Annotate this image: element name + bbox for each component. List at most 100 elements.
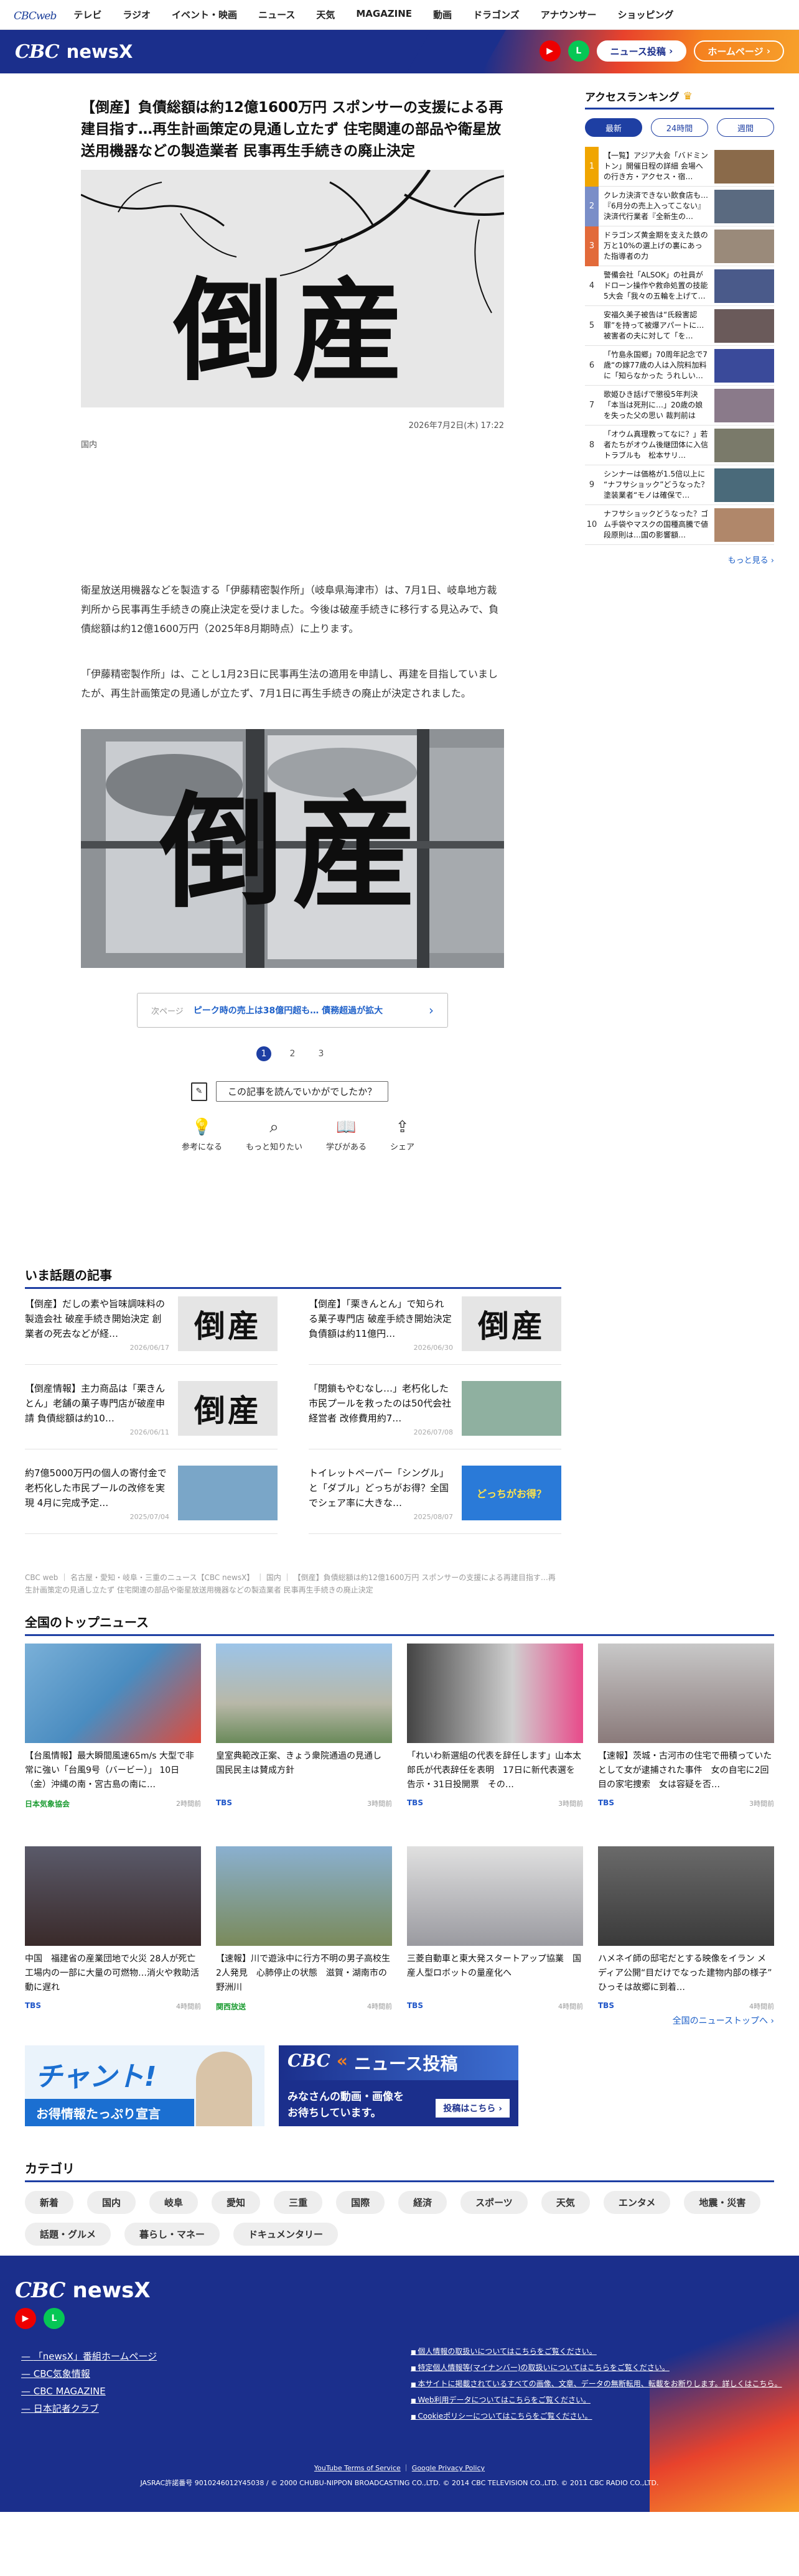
newsx-logo[interactable]: CBC newsX [15, 41, 133, 63]
footer-link[interactable]: CBC気象情報 [21, 2365, 157, 2383]
category-chip[interactable]: 国内 [87, 2191, 136, 2214]
category-chip[interactable]: 天気 [541, 2191, 590, 2214]
ranking-tabs: 最新 24時間 週間 [585, 118, 774, 137]
page-number[interactable]: 1 [256, 1046, 271, 1061]
nav-item[interactable]: イベント・映画 [172, 8, 237, 21]
ranking-tab[interactable]: 週間 [717, 118, 774, 137]
footer-notice[interactable]: 特定個人情報等(マイナンバー)の取扱いについてはこちらをご覧ください。 [411, 2360, 784, 2376]
category-chip[interactable]: エンタメ [603, 2191, 671, 2214]
ranking-item[interactable]: 6 「竹島永国郷」70周年記念で7歳“の嫁77歳の人は入院料加料に「知らなかった … [585, 346, 774, 386]
top-news-more-link[interactable]: 全国のニューストップへ › [673, 2014, 774, 2027]
ranking-tab[interactable]: 24時間 [651, 118, 708, 137]
topic-item[interactable]: トイレットペーパー「シングル」と「ダブル」どっちがお得？全国でシェア率に大きな…… [309, 1466, 561, 1534]
news-card[interactable]: 【速報】茨城・古河市の住宅で冊積っていたとして女が逮捕された事件 女の自宅に2回… [598, 1644, 774, 1830]
news-source: TBS [25, 2001, 41, 2010]
line-icon[interactable]: L [568, 40, 589, 62]
ranking-tab[interactable]: 最新 [585, 118, 642, 137]
topic-item[interactable]: 【倒産】だしの素や旨味調味料の製造会社 破産手続き開始決定 創業者の死去などが経… [25, 1296, 278, 1365]
nav-item[interactable]: ラジオ [123, 8, 151, 21]
google-privacy-link[interactable]: Google Privacy Policy [412, 2464, 485, 2472]
footer-line-icon[interactable]: L [44, 2308, 65, 2329]
footer-notice[interactable]: Web利用データについてはこちらをご覧ください。 [411, 2392, 784, 2409]
nav-item[interactable]: ドラゴンズ [473, 8, 520, 21]
category-chip[interactable]: 新着 [25, 2191, 74, 2214]
ranking-item[interactable]: 8 「オウム真理教ってなに？」若者たちがオウム後継団体に入信 トラブルも 松本サリ… [585, 425, 774, 465]
youtube-terms-link[interactable]: YouTube Terms of Service [314, 2464, 401, 2472]
next-page-link[interactable]: 次ページ ピーク時の売上は38億円超も… 債務超過が拡大 › [137, 993, 448, 1028]
topic-title: 【倒産】「栗きんとん」で知られる菓子専門店 破産手続き開始決定 負債額は約11億… [309, 1298, 452, 1339]
news-card[interactable]: 皇室典範改正案、きょう衆院通過の見通し 国民民主は賛成方針 TBS 3時間前 [216, 1644, 392, 1830]
footer-logo[interactable]: CBC newsX [15, 2278, 151, 2303]
reaction-label: シェア [390, 1143, 415, 1152]
news-card[interactable]: 三菱自動車と東大発スタートアップ協業 国産人型ロボットの量産化へ TBS 4時間前 [407, 1846, 583, 2033]
category-chip[interactable]: 地震・災害 [684, 2191, 761, 2214]
topic-item[interactable]: 【倒産情報】主力商品は「栗きんとん」老舗の菓子専門店が破産申請 負債総額は約10… [25, 1381, 278, 1449]
ranking-item[interactable]: 7 歌姫ひき話げで懲役5年判決「本当は死刑に…」20歳の娘を失った父の思い 裁判前… [585, 386, 774, 425]
topic-item[interactable]: 「閉鎖もやむなし…」老朽化した市民プールを救ったのは50代会社経営者 改修費用約… [309, 1381, 561, 1449]
news-card[interactable]: 【台風情報】最大瞬間風速65m/s 大型で非常に強い「台風9号（バービー）」 1… [25, 1644, 201, 1830]
nav-item[interactable]: テレビ [73, 8, 101, 21]
topic-item[interactable]: 【倒産】「栗きんとん」で知られる菓子専門店 破産手続き開始決定 負債額は約11億… [309, 1296, 561, 1365]
ranking-item[interactable]: 9 シンナーは価格が1.5倍以上に “ナフサショック”どうなった？ 塗装業者“モノ… [585, 465, 774, 505]
breadcrumb[interactable]: CBC web ｜ 名古屋・愛知・岐阜・三重のニュース【CBC newsX】 ｜… [25, 1571, 561, 1596]
category-chip[interactable]: 経済 [398, 2191, 447, 2214]
footer-notice[interactable]: 本サイトに掲載されているすべての画像、文章、データの無断転用、転載をお断りします… [411, 2376, 784, 2392]
ranking-item[interactable]: 5 安福久美子被告は“氏殺害認罪”を持って被爆アパートに…被害者の夫に対して「を… [585, 306, 774, 346]
reaction-buttons: 💡 参考になる ⌕ もっと知りたい 📖 学びがある ⇪ シェア [182, 1118, 510, 1152]
category-chip[interactable]: 岐阜 [149, 2191, 199, 2214]
ranking-item[interactable]: 4 警備会社「ALSOK」の社員がドローン操作や救命処置の技能5大会「我々の五輪を… [585, 266, 774, 306]
category-chip[interactable]: 愛知 [212, 2191, 261, 2214]
topic-date: 2026/06/30 [413, 1344, 453, 1352]
ranking-item[interactable]: 3 ドラゴンズ黄金期を支えた鉄の万と10%の選上げの裏にあった指導者の力 [585, 226, 774, 266]
news-post-button[interactable]: ニュース投稿 › [596, 40, 687, 62]
category-chip[interactable]: 話題・グルメ [25, 2223, 111, 2246]
youtube-icon[interactable]: ▶ [539, 40, 561, 62]
topic-thumbnail-text: 倒産 [478, 1308, 545, 1344]
category-chip[interactable]: スポーツ [460, 2191, 528, 2214]
article-category-tag[interactable]: 国内 [81, 438, 510, 450]
topic-text: 【倒産】だしの素や旨味調味料の製造会社 破産手続き開始決定 創業者の死去などが経… [25, 1296, 169, 1357]
post-banner-text-2: お待ちしています。 [287, 2107, 381, 2119]
news-card[interactable]: 中国 福建省の産業団地で火災 28人が死亡 工場内の一部に大量の可燃物…消火や救… [25, 1846, 201, 2033]
reaction-survey: ✎ この記事を読んでいかがでしたか？ [191, 1081, 510, 1102]
footer-notice[interactable]: Cookieポリシーについてはこちらをご覧ください。 [411, 2409, 784, 2425]
category-chip[interactable]: 三重 [274, 2191, 323, 2214]
ranking-item[interactable]: 1 【一覧】アジア大会「バドミントン」開催日程の詳細 会場への行き方・アクセス・宿… [585, 146, 774, 187]
footer-link[interactable]: CBC MAGAZINE [21, 2383, 157, 2400]
reaction-button[interactable]: ⌕ もっと知りたい [246, 1118, 302, 1152]
nav-item[interactable]: 天気 [316, 8, 335, 21]
nav-item[interactable]: 動画 [433, 8, 452, 21]
ranking-more-link[interactable]: もっと見る › [585, 554, 774, 565]
topic-thumbnail: 倒産 [178, 1296, 278, 1351]
news-title: 【台風情報】最大瞬間風速65m/s 大型で非常に強い「台風9号（バービー）」 1… [25, 1751, 194, 1790]
nav-item[interactable]: MAGAZINE [356, 8, 412, 21]
footer-link[interactable]: 日本記者クラブ [21, 2400, 157, 2417]
footer-link[interactable]: 「newsX」番組ホームページ [21, 2348, 157, 2365]
footer: CBC newsX ▶ L 「newsX」番組ホームページCBC気象情報CBC … [0, 2256, 799, 2512]
category-chip[interactable]: ドキュメンタリー [233, 2223, 339, 2246]
category-chip[interactable]: 国際 [336, 2191, 385, 2214]
nav-item[interactable]: アナウンサー [541, 8, 597, 21]
ranking-item[interactable]: 2 クレカ決済できない飲食店も…『6月分の売上入ってこない』決済代行業者『全新生の… [585, 186, 774, 226]
page-number[interactable]: 3 [314, 1046, 329, 1061]
footer-youtube-icon[interactable]: ▶ [15, 2308, 36, 2329]
category-chip[interactable]: 暮らし・マネー [124, 2223, 220, 2246]
reaction-button[interactable]: 📖 学びがある [326, 1118, 367, 1152]
footer-notice[interactable]: 個人情報の取扱いについてはこちらをご覧ください。 [411, 2344, 784, 2360]
reaction-button[interactable]: 💡 参考になる [182, 1118, 222, 1152]
topics-grid: 【倒産】だしの素や旨味調味料の製造会社 破産手続き開始決定 創業者の死去などが経… [25, 1296, 561, 1534]
homepage-button[interactable]: ホームページ › [694, 40, 784, 62]
cbc-web-logo[interactable]: CBCweb [14, 7, 57, 23]
page-number[interactable]: 2 [285, 1046, 300, 1061]
chant-banner[interactable]: チャント! お得情報たっぷり宣言 [25, 2045, 264, 2126]
news-card[interactable]: ハメネイ師の邸宅だとする映像をイラン メディア公開“目だけでなった建物内部の様子… [598, 1846, 774, 2033]
news-card[interactable]: 【速報】川で遊泳中に行方不明の男子高校生2人発見 心肺停止の状態 滋賀・湖南市の… [216, 1846, 392, 2033]
nav-item[interactable]: ニュース [258, 8, 295, 21]
nav-item[interactable]: ショッピング [617, 8, 673, 21]
news-post-banner[interactable]: CBC « ニュース投稿 みなさんの動画・画像を お待ちしています。 投稿はこち… [279, 2045, 518, 2126]
ranking-thumbnail [714, 229, 774, 263]
topic-item[interactable]: 約7億5000万円の個人の寄付金で老朽化した市民プールの改修を実現 4月に完成予… [25, 1466, 278, 1534]
news-card[interactable]: 「れいわ新選組の代表を辞任します」山本太郎氏が代表辞任を表明 17日に新代表選を… [407, 1644, 583, 1830]
reaction-button[interactable]: ⇪ シェア [390, 1118, 414, 1152]
ranking-item[interactable]: 10 ナフサショックどうなった？ゴム手袋やマスクの国種高騰で値段原則は…国の影響額… [585, 505, 774, 545]
